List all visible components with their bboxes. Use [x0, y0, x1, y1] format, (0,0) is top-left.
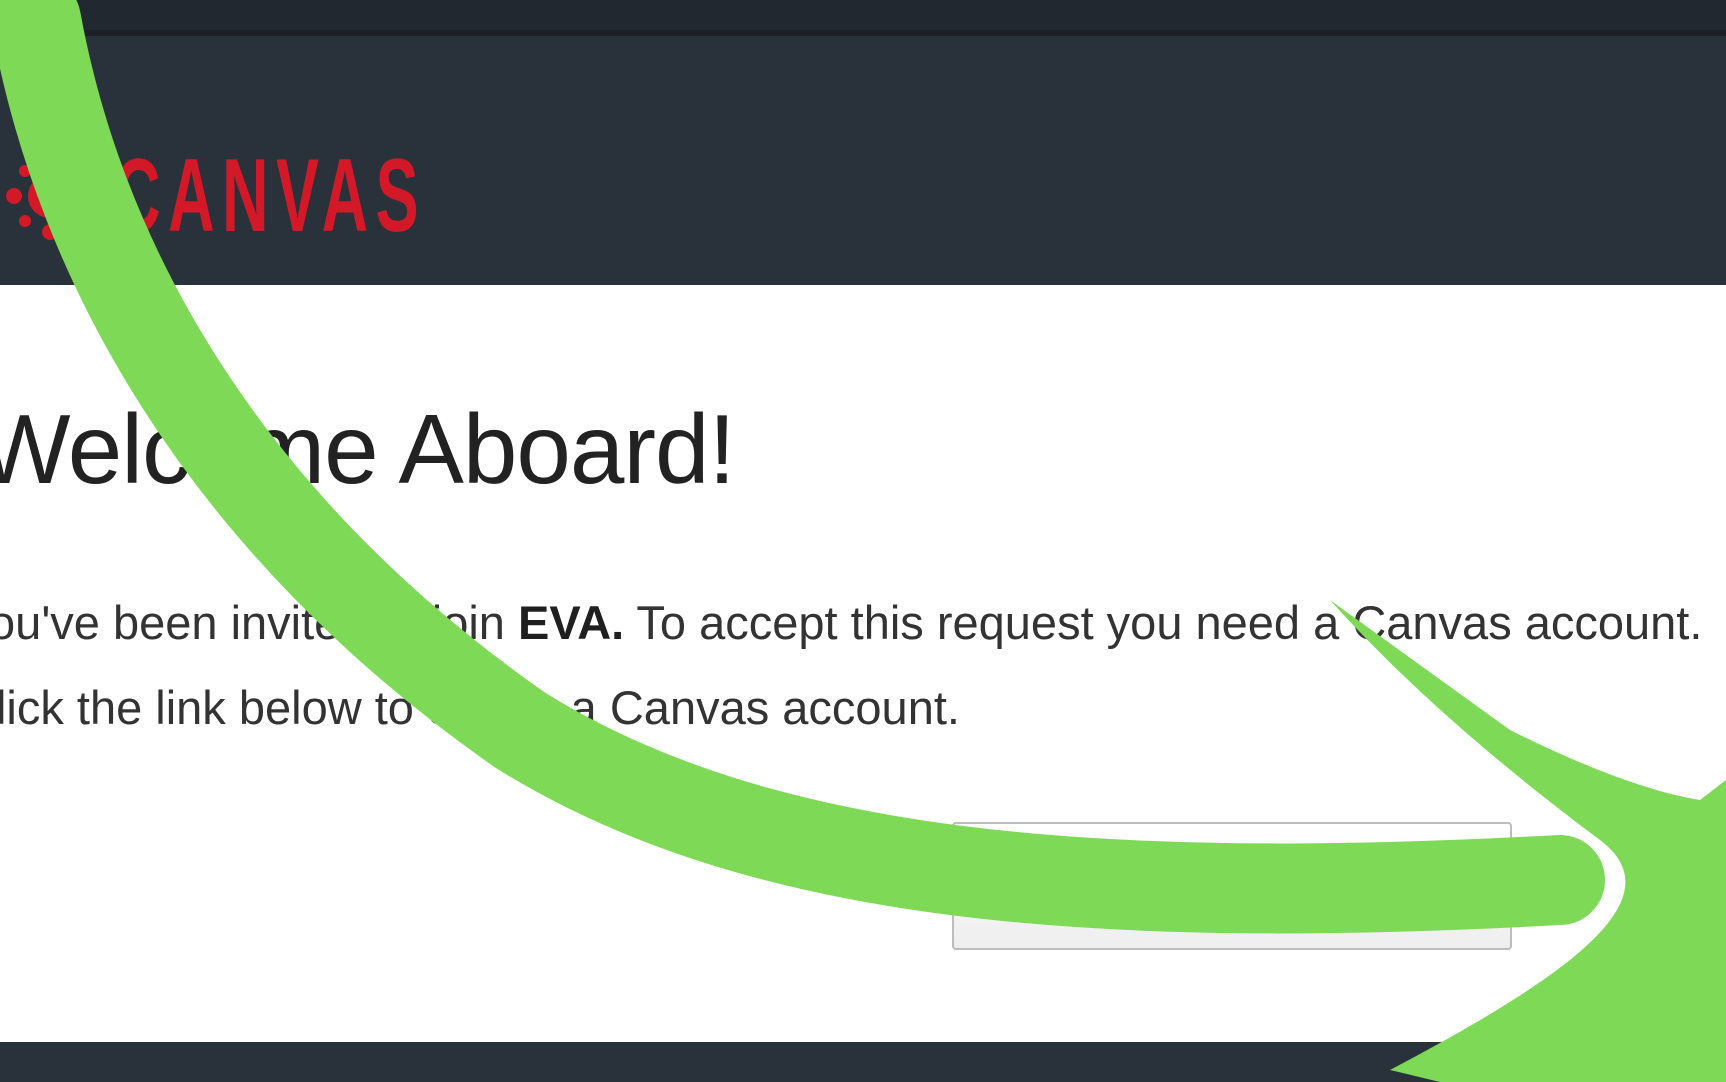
canvas-logo[interactable]: CANVAS	[0, 141, 617, 251]
invitation-text-line2: Click the link below to create a Canvas …	[0, 681, 960, 734]
create-account-button[interactable]	[952, 822, 1512, 950]
canvas-logo-text: CANVAS	[114, 138, 427, 254]
main-content: Welcome Aboard! You've been invited to j…	[0, 285, 1726, 1042]
invitation-text-suffix: To accept this request you need a Canvas…	[624, 596, 1703, 649]
invitation-message: You've been invited to join EVA. To acce…	[0, 580, 1726, 750]
secondary-action-button[interactable]	[1676, 822, 1726, 950]
canvas-logo-icon	[0, 146, 100, 246]
page-footer	[0, 1042, 1726, 1082]
page-title: Welcome Aboard!	[0, 394, 736, 504]
canvas-header: CANVAS	[0, 30, 1726, 285]
course-name: EVA.	[518, 596, 625, 649]
browser-top-strip	[0, 0, 1726, 34]
invitation-text-prefix: You've been invited to join	[0, 596, 518, 649]
